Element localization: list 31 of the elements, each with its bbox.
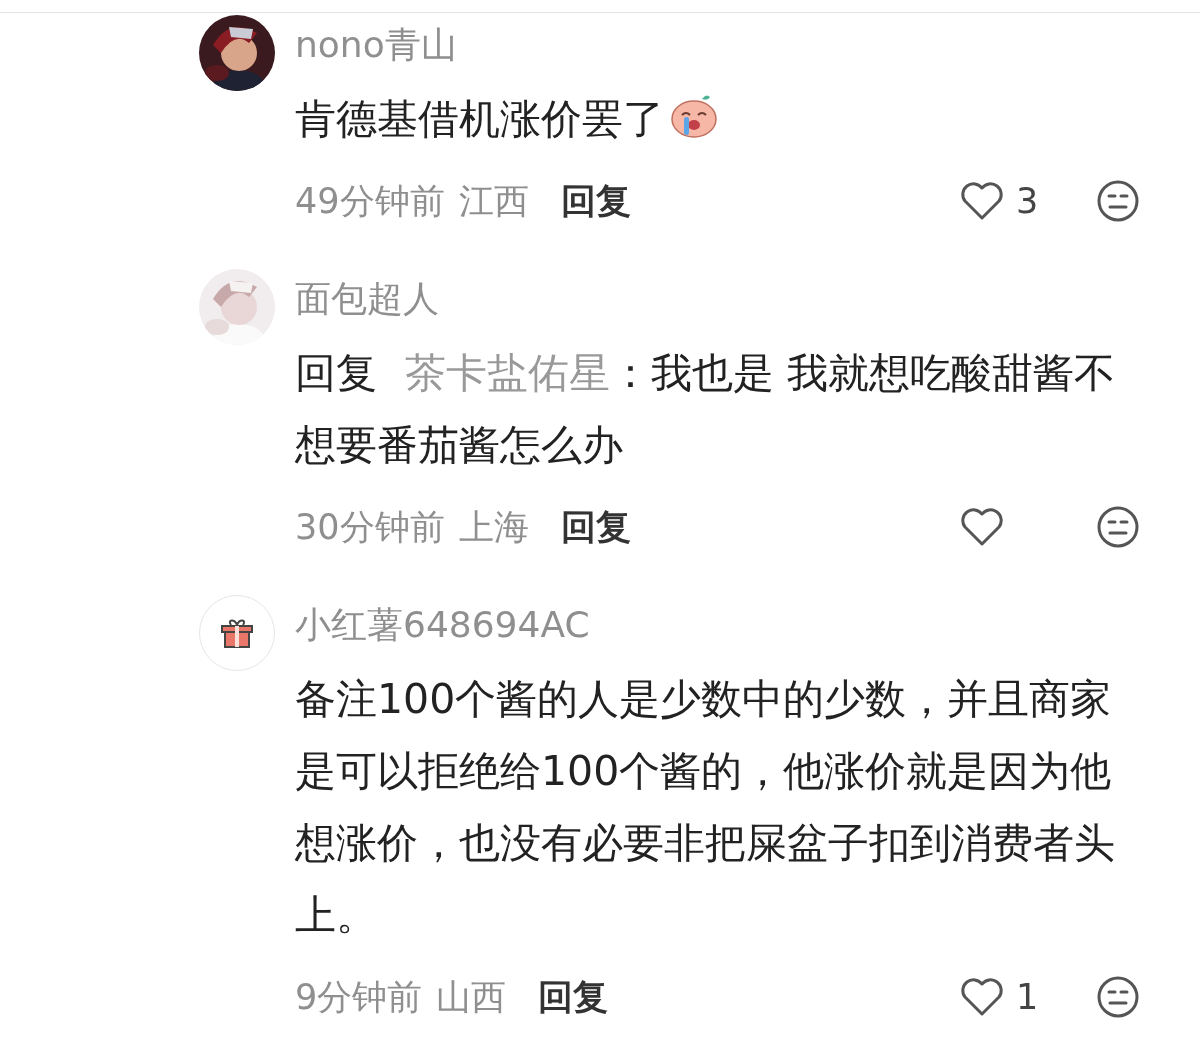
heart-icon bbox=[960, 181, 1004, 221]
neutral-face-icon bbox=[1096, 975, 1140, 1019]
like-count: 1 bbox=[1016, 977, 1040, 1017]
comment-text: 备注100个酱的人是少数中的少数，并且商家是可以拒绝给100个酱的，他涨价就是因为他想涨价，也没有必要非把屎盆子扣到消费者头上。 bbox=[295, 674, 1116, 941]
user-name[interactable]: nono青山 bbox=[295, 15, 457, 75]
user-name[interactable]: 面包超人 bbox=[295, 269, 439, 329]
reply-button[interactable]: 回复 bbox=[560, 503, 631, 551]
dislike-button[interactable] bbox=[1096, 975, 1140, 1019]
neutral-face-icon bbox=[1096, 505, 1140, 549]
comment-location: 山西 bbox=[436, 975, 507, 1019]
reply-button[interactable]: 回复 bbox=[560, 177, 631, 225]
comment-time: 9分钟前 bbox=[295, 975, 423, 1019]
reply-button[interactable]: 回复 bbox=[538, 973, 609, 1021]
neutral-face-icon bbox=[1096, 179, 1140, 223]
comment-text: 回复 茶卡盐佑星：我也是 我就想吃酸甜酱不想要番茄酱怎么办 bbox=[295, 348, 1117, 471]
dislike-button[interactable] bbox=[1096, 505, 1140, 549]
comment-location: 上海 bbox=[458, 505, 529, 549]
like-button[interactable] bbox=[960, 507, 1004, 547]
comment-time: 30分钟前 bbox=[295, 505, 445, 549]
like-count: 3 bbox=[1016, 181, 1040, 221]
user-name[interactable]: 小红薯648694AC bbox=[295, 595, 590, 655]
dislike-button[interactable] bbox=[1096, 179, 1140, 223]
like-button[interactable] bbox=[960, 977, 1004, 1017]
like-button[interactable] bbox=[960, 181, 1004, 221]
mention-link[interactable]: 茶卡盐佑星 bbox=[405, 349, 610, 397]
gift-icon bbox=[220, 618, 254, 648]
heart-icon bbox=[960, 507, 1004, 547]
heart-icon bbox=[960, 977, 1004, 1017]
comment-time: 49分钟前 bbox=[295, 179, 445, 223]
comment-text: 肯德基借机涨价罢了 bbox=[295, 83, 1130, 155]
comment-location: 江西 bbox=[458, 179, 529, 223]
